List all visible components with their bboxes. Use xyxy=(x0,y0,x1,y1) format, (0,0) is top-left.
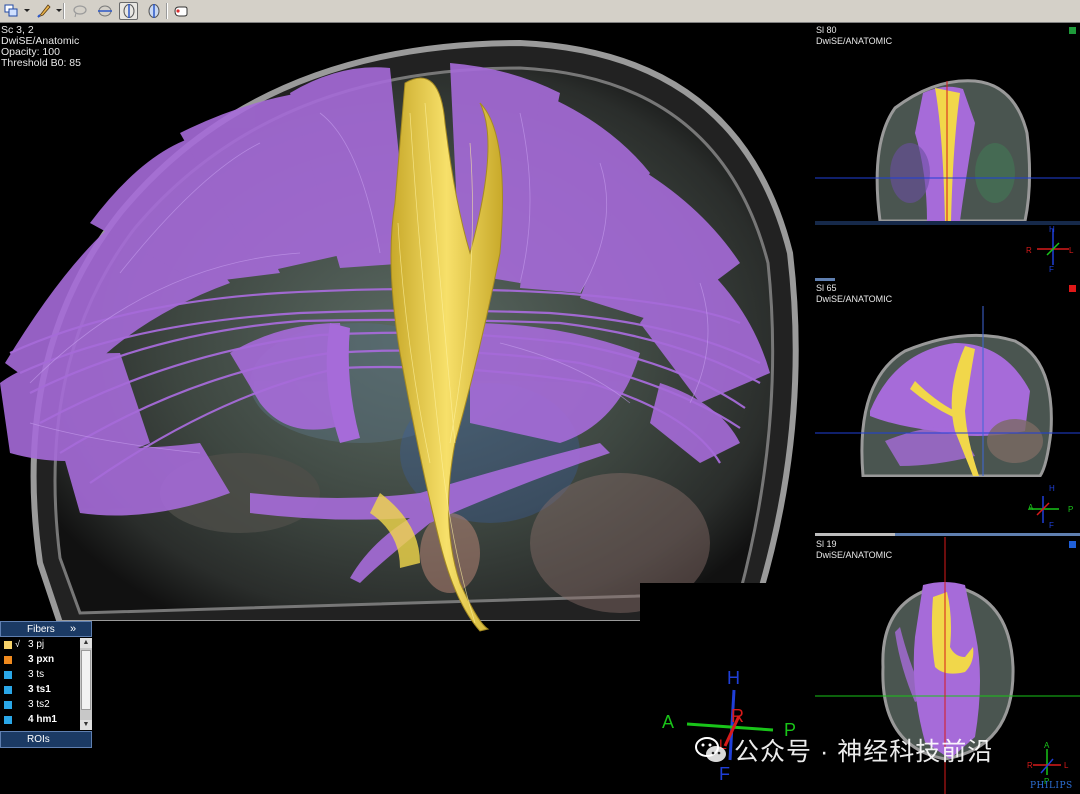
brush-dropdown-arrow[interactable] xyxy=(56,9,62,12)
volume-view-icon[interactable] xyxy=(144,2,163,20)
sagittal-clip-icon[interactable] xyxy=(95,2,114,20)
orient-r-label: R xyxy=(731,706,744,726)
coronal-orient-left: R xyxy=(1026,246,1032,255)
scroll-up-icon[interactable]: ▲ xyxy=(80,638,92,648)
fiber-label: 3 ts1 xyxy=(28,684,51,695)
brush-tool-icon[interactable] xyxy=(34,2,53,20)
fiber-label: 4 hm1 xyxy=(28,714,57,725)
fiber-list-item[interactable]: 4 hm1 xyxy=(0,713,80,728)
fiber-color-swatch[interactable] xyxy=(4,686,12,694)
fibers-header[interactable]: Fibers » xyxy=(0,621,92,637)
fiber-color-swatch[interactable] xyxy=(4,701,12,709)
fibers-panel: Fibers » √ 3 pj 3 pxn 3 ts 3 ts1 3 ts2 4 hm1 ▲… xyxy=(0,621,92,749)
orientation-triad: H R A P L F xyxy=(655,668,815,788)
sagittal-orient-bottom: F xyxy=(1049,521,1054,530)
axial-orient-top: A xyxy=(1044,741,1050,750)
rois-tab[interactable]: ROIs xyxy=(0,731,92,748)
brand-logo: PHILIPS xyxy=(1030,781,1073,791)
wechat-icon xyxy=(695,737,726,762)
fiber-list-item[interactable]: 3 ts1 xyxy=(0,683,80,698)
fiber-list-scrollbar[interactable]: ▲ ▼ xyxy=(80,638,92,730)
scroll-thumb[interactable] xyxy=(81,650,91,710)
coronal-orient-bottom: F xyxy=(1049,265,1054,274)
rois-label: ROIs xyxy=(27,734,50,745)
sagittal-orient-top: H xyxy=(1049,484,1055,493)
fiber-list-item[interactable]: 3 ts xyxy=(0,668,80,683)
coronal-view[interactable]: Sl 80 DwiSE/ANATOMIC xyxy=(815,23,1080,221)
sagittal-slice-slider[interactable] xyxy=(815,533,895,536)
toolbar-separator xyxy=(166,3,168,19)
fiber-label: 3 pxn xyxy=(28,654,55,665)
coronal-view-icon[interactable] xyxy=(119,2,138,20)
fiber-color-swatch[interactable] xyxy=(4,656,12,664)
axial-orient-right: L xyxy=(1064,761,1069,770)
lasso-tool-icon[interactable] xyxy=(70,2,89,20)
fibers-title: Fibers xyxy=(27,624,55,635)
toolbar-separator xyxy=(63,3,65,19)
fiber-list-item[interactable]: √ 3 pj xyxy=(0,638,80,653)
sagittal-view[interactable]: Sl 65 DwiSE/ANATOMIC H A P F xyxy=(815,281,1080,531)
sagittal-slice-track[interactable] xyxy=(895,533,1080,536)
fiber-visibility-check[interactable]: √ xyxy=(15,639,20,649)
sagittal-orient-right: P xyxy=(1068,505,1074,514)
watermark: 公众号 · 神经科技前沿 xyxy=(694,733,993,767)
watermark-text: 公众号 · 神经科技前沿 xyxy=(734,738,994,766)
scroll-down-icon[interactable]: ▼ xyxy=(80,720,92,730)
sagittal-slice-image xyxy=(815,306,1080,531)
fiber-list: √ 3 pj 3 pxn 3 ts 3 ts1 3 ts2 4 hm1 xyxy=(0,638,92,730)
coronal-orient-right: L xyxy=(1069,246,1074,255)
toolbar xyxy=(0,0,1080,23)
axial-orient-left: R xyxy=(1027,761,1033,770)
fiber-color-swatch[interactable] xyxy=(4,716,12,724)
expand-panel-icon[interactable]: » xyxy=(70,623,76,635)
orient-h-label: H xyxy=(727,668,740,688)
threshold-label: Threshold B0: 85 xyxy=(1,57,81,69)
orient-f-label: F xyxy=(719,764,730,784)
sagittal-orient-left: A xyxy=(1028,503,1034,512)
orient-a-label: A xyxy=(662,712,675,732)
layout-dropdown-arrow[interactable] xyxy=(24,9,30,12)
fiber-label: 3 pj xyxy=(28,639,45,650)
fiber-list-item[interactable]: 3 ts2 xyxy=(0,698,80,713)
coronal-slice-image xyxy=(815,79,1080,221)
window-layout-icon[interactable] xyxy=(2,2,21,20)
fiber-label: 3 ts xyxy=(28,669,45,680)
coronal-orient-top: H xyxy=(1049,225,1055,234)
fiber-color-swatch[interactable] xyxy=(4,671,12,679)
fiber-color-swatch[interactable] xyxy=(4,641,12,649)
hand-pointer-icon[interactable] xyxy=(171,2,190,20)
fiber-label: 3 ts2 xyxy=(28,699,50,710)
coronal-orient-area: H R L F xyxy=(815,225,1080,280)
fiber-list-item[interactable]: 3 pxn xyxy=(0,653,80,668)
